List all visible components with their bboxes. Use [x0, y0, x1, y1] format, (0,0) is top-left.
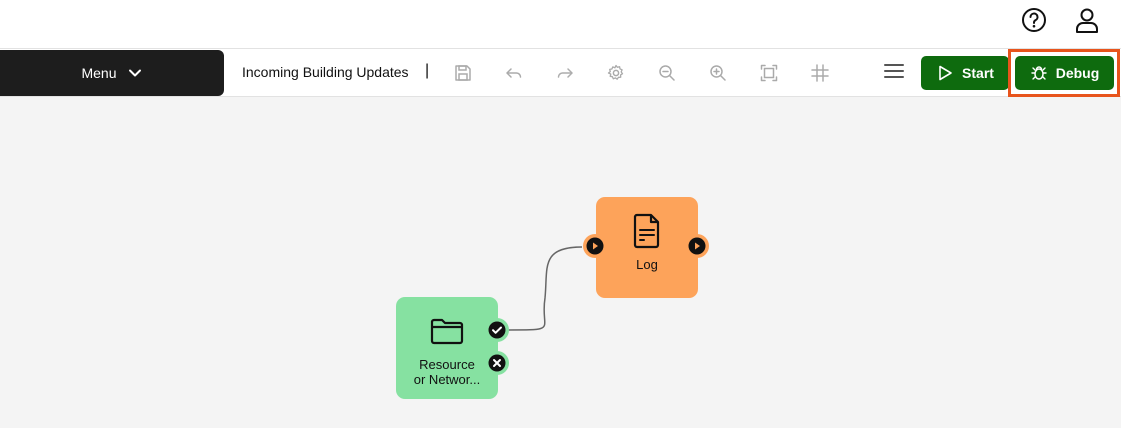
bug-icon [1031, 66, 1047, 80]
fit-to-screen-icon[interactable] [757, 61, 781, 85]
log-output-port[interactable] [685, 234, 709, 258]
start-button[interactable]: Start [921, 56, 1009, 90]
debug-label: Debug [1055, 65, 1100, 81]
check-circle-icon [488, 321, 506, 339]
error-port[interactable] [485, 351, 509, 375]
grid-icon[interactable] [808, 61, 832, 85]
zoom-in-icon[interactable] [706, 61, 730, 85]
play-icon [939, 65, 952, 81]
workflow-toolbar: Menu Incoming Building Updates | Start D… [0, 48, 1121, 97]
document-icon [627, 211, 667, 251]
menu-button[interactable]: Menu [0, 50, 224, 96]
debug-button[interactable]: Debug [1015, 56, 1114, 90]
log-node[interactable]: Log [596, 197, 698, 298]
resource-node-label: Resource or Networ... [414, 357, 480, 387]
resource-node-label-line1: Resource [419, 357, 475, 372]
workflow-canvas[interactable]: Resource or Networ... Log [0, 98, 1121, 428]
log-node-label: Log [636, 257, 658, 272]
user-profile-icon[interactable] [1073, 6, 1101, 34]
settings-icon[interactable] [604, 61, 628, 85]
x-circle-icon [488, 354, 506, 372]
resource-node-label-line2: or Networ... [413, 372, 481, 387]
menu-label: Menu [81, 65, 117, 81]
undo-icon[interactable] [502, 61, 526, 85]
play-circle-icon [688, 237, 706, 255]
success-port[interactable] [485, 318, 509, 342]
title-separator: | [425, 62, 430, 79]
top-bar [0, 0, 1121, 48]
play-circle-icon [586, 237, 604, 255]
zoom-out-icon[interactable] [655, 61, 679, 85]
chevron-down-icon [128, 69, 141, 77]
start-label: Start [962, 65, 994, 81]
hamburger-menu-icon[interactable] [884, 64, 904, 82]
save-icon[interactable] [451, 61, 475, 85]
workflow-title[interactable]: Incoming Building Updates [242, 64, 409, 80]
help-icon[interactable] [1020, 6, 1048, 34]
log-input-port[interactable] [583, 234, 607, 258]
connection-edge[interactable] [0, 98, 1121, 428]
redo-icon[interactable] [553, 61, 577, 85]
folder-icon [427, 311, 467, 351]
resource-node[interactable]: Resource or Networ... [396, 297, 498, 399]
